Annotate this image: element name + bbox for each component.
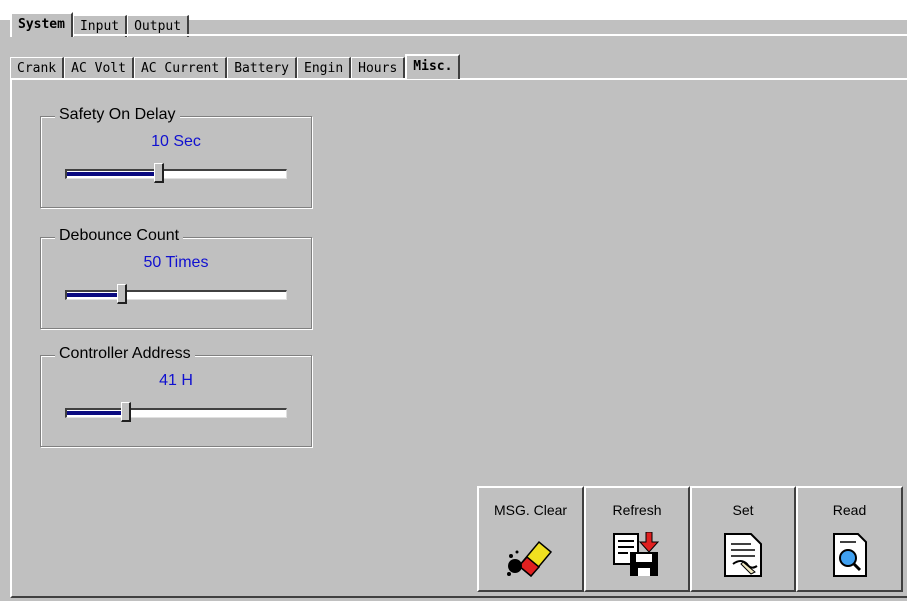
- tab-misc[interactable]: Misc.: [405, 54, 461, 79]
- slider-fill: [67, 411, 126, 415]
- controller-address-group: Controller Address 41 H: [40, 345, 312, 447]
- sub-tab-row: Crank AC Volt AC Current Battery Engin H…: [10, 54, 461, 79]
- slider-fill: [67, 293, 122, 297]
- debounce-count-group: Debounce Count 50 Times: [40, 227, 312, 329]
- tab-row-divider: [10, 34, 907, 36]
- tab-crank[interactable]: Crank: [10, 57, 65, 79]
- set-button[interactable]: Set: [690, 486, 796, 592]
- refresh-button[interactable]: Refresh: [584, 486, 690, 592]
- safety-on-delay-value: 10 Sec: [151, 133, 201, 150]
- msg-clear-button[interactable]: MSG. Clear: [477, 486, 584, 592]
- read-label: Read: [832, 502, 867, 518]
- group-title: Controller Address: [55, 345, 195, 363]
- eraser-icon: [506, 540, 552, 578]
- slider-fill: [67, 172, 159, 176]
- debounce-count-value: 50 Times: [143, 254, 209, 271]
- tab-system[interactable]: System: [10, 12, 73, 37]
- controller-address-slider[interactable]: [65, 402, 287, 422]
- tab-ac-volt[interactable]: AC Volt: [64, 57, 134, 79]
- slider-thumb[interactable]: [117, 284, 127, 304]
- slider-thumb[interactable]: [154, 163, 164, 183]
- tab-battery[interactable]: Battery: [227, 57, 298, 79]
- tab-ac-current[interactable]: AC Current: [133, 57, 228, 79]
- slider-thumb[interactable]: [121, 402, 131, 422]
- group-title: Debounce Count: [55, 227, 184, 245]
- refresh-label: Refresh: [612, 502, 662, 518]
- msg-clear-label: MSG. Clear: [493, 502, 568, 518]
- safety-on-delay-slider[interactable]: [65, 163, 287, 183]
- read-button[interactable]: Read: [796, 486, 903, 592]
- save-to-disk-icon: [613, 532, 660, 576]
- safety-on-delay-group: Safety On Delay 10 Sec: [40, 106, 312, 208]
- controller-address-value: 41 H: [159, 372, 193, 389]
- tab-hours[interactable]: Hours: [351, 57, 406, 79]
- document-magnifier-icon: [832, 533, 867, 577]
- tab-engin[interactable]: Engin: [297, 57, 352, 79]
- debounce-count-slider[interactable]: [65, 284, 287, 304]
- set-label: Set: [732, 502, 754, 518]
- group-title: Safety On Delay: [55, 106, 180, 124]
- sign-document-icon: [724, 533, 762, 577]
